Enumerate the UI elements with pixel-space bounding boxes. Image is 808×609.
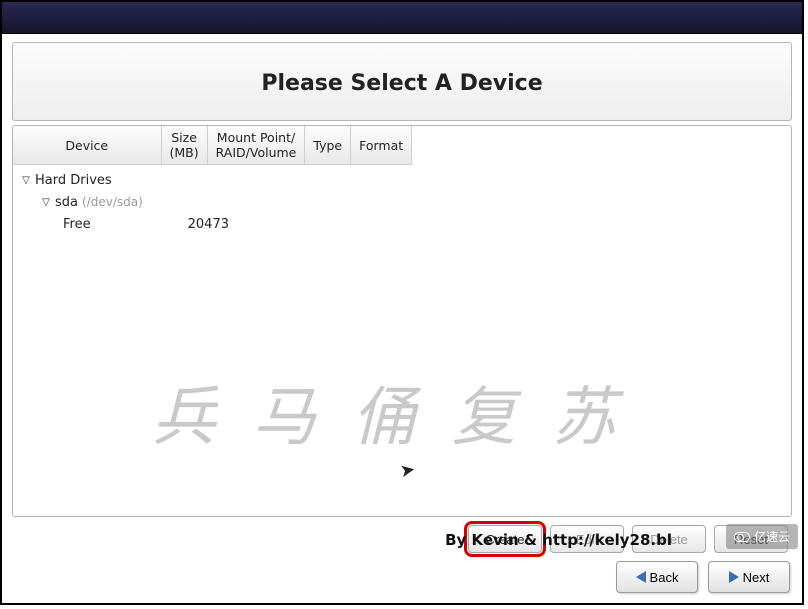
next-button[interactable]: Next <box>708 561 790 593</box>
tree-label-root: Hard Drives <box>33 173 112 188</box>
page-title: Please Select A Device <box>13 71 791 96</box>
tree-row-sda[interactable]: ▽ sda (/dev/sda) <box>19 191 791 213</box>
mouse-cursor-icon: ➤ <box>398 459 417 482</box>
corner-badge: 亿速云 <box>726 524 798 549</box>
expander-icon[interactable]: ▽ <box>39 197 53 208</box>
disk-name: sda <box>53 195 78 210</box>
free-label: Free <box>19 217 91 232</box>
arrow-left-icon <box>636 571 646 583</box>
back-button[interactable]: Back <box>616 561 698 593</box>
window-topbar <box>2 2 802 34</box>
col-format[interactable]: Format <box>351 126 412 165</box>
disk-path: (/dev/sda) <box>78 195 143 209</box>
nav-row: Back Next <box>616 561 790 593</box>
title-panel: Please Select A Device <box>12 42 792 121</box>
col-size[interactable]: Size (MB) <box>161 126 207 165</box>
cloud-icon <box>734 532 750 542</box>
corner-badge-text: 亿速云 <box>754 528 790 545</box>
back-label: Back <box>650 570 679 585</box>
footer-credit: By Kevin & http://kely28.bl <box>445 531 672 549</box>
device-table: Device Size (MB) Mount Point/ RAID/Volum… <box>13 126 412 165</box>
col-device[interactable]: Device <box>13 126 161 165</box>
arrow-right-icon <box>729 571 739 583</box>
col-mount[interactable]: Mount Point/ RAID/Volume <box>207 126 305 165</box>
col-type[interactable]: Type <box>305 126 351 165</box>
next-label: Next <box>743 570 770 585</box>
watermark-text: 兵马俑复苏 <box>13 366 791 458</box>
tree-row-hard-drives[interactable]: ▽ Hard Drives <box>19 169 791 191</box>
tree-row-free[interactable]: Free 20473 <box>19 213 791 235</box>
device-table-panel: Device Size (MB) Mount Point/ RAID/Volum… <box>12 125 792 517</box>
expander-icon[interactable]: ▽ <box>19 175 33 186</box>
action-row: Create Edit Delete Reset <box>12 517 792 553</box>
free-size: 20473 <box>179 217 229 232</box>
